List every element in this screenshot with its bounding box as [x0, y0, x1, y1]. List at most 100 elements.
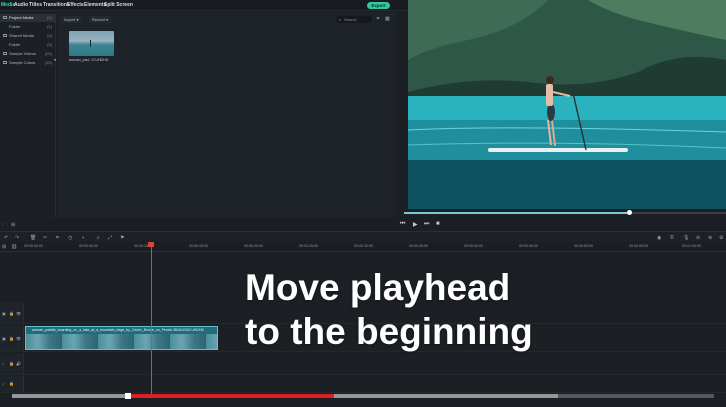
library-item-count: (0)	[47, 33, 52, 38]
media-panel: Import ▾ Record ▾ ⌕ Search ⏷ ▦ ● woman_p…	[54, 12, 396, 218]
zoom-out-icon[interactable]: ⊖	[696, 235, 700, 241]
tab-elements[interactable]: Elements	[84, 2, 106, 8]
video-progress-played	[131, 394, 334, 398]
media-thumbnail[interactable]	[69, 31, 114, 56]
speed-icon[interactable]: ◷	[68, 235, 72, 241]
library-item-label: Shared Media	[9, 33, 34, 38]
library-item-label: Folder	[9, 42, 21, 47]
video-preview	[408, 0, 726, 209]
timeline-ruler[interactable]: ⊞ ⛓ 00:00:00:00 00:00:05:00 00:00:10:00 …	[0, 242, 726, 252]
preview-scrubber-handle[interactable]	[627, 210, 632, 215]
record-dropdown[interactable]: Record ▾	[89, 16, 112, 23]
library-item-count: (1)	[47, 15, 52, 20]
lock-icon[interactable]: 🔒	[9, 336, 14, 341]
import-label: Import	[64, 17, 76, 22]
previous-frame-icon[interactable]: ⏮	[400, 221, 405, 228]
timecode: 00:00:40:00	[464, 244, 483, 248]
eye-icon[interactable]: 👁	[16, 311, 21, 316]
timecode: 00:00:15:00	[189, 244, 208, 248]
lock-icon[interactable]: 🔒	[9, 311, 14, 316]
record-label: Record	[92, 17, 105, 22]
tab-transitions[interactable]: Transitions	[43, 2, 70, 8]
track-header: ♪ 🔒 🔊	[0, 353, 24, 374]
video-clip[interactable]: woman_paddle_boarding_on_a_lake_at_a_mou…	[25, 326, 218, 350]
timecode: 00:01:00:00	[682, 244, 701, 248]
delete-icon[interactable]: 🗑	[30, 235, 36, 241]
caption-line: Move playhead	[245, 267, 511, 308]
marker-icon[interactable]: ⚑	[120, 235, 124, 241]
fullscreen-icon[interactable]: ⤢	[108, 235, 112, 241]
filter-icon[interactable]: ⏷	[376, 16, 380, 22]
timecode: 00:00:50:00	[574, 244, 593, 248]
timecode: 00:00:25:00	[299, 244, 318, 248]
library-item-label: Sample Colors	[9, 60, 36, 65]
track-header: ▣ 🔒 👁	[0, 302, 24, 323]
library-item-count: (0)	[47, 42, 52, 47]
tab-split-screen[interactable]: Split Screen	[104, 2, 133, 8]
track-audio-2[interactable]: ♪ 🔒	[0, 376, 726, 393]
play-icon[interactable]: ▶	[413, 221, 418, 228]
video-clip-thumbnails	[26, 334, 217, 349]
grid-view-icon[interactable]: ▦	[385, 16, 390, 22]
library-item-count: (15)	[44, 60, 52, 65]
folder-icon	[3, 16, 7, 19]
thumbnail-figure	[90, 40, 91, 47]
export-button[interactable]: Export	[367, 2, 390, 9]
new-folder-icon[interactable]: 🗀	[3, 222, 8, 230]
library-item-label: Project Media	[9, 15, 34, 20]
link-icon[interactable]: ⛓	[11, 244, 17, 250]
add-folder-icon[interactable]: ⊞	[11, 222, 15, 228]
eye-icon[interactable]: 👁	[16, 336, 21, 341]
color-icon[interactable]: ◐	[82, 235, 85, 241]
library-item-sample-colors[interactable]: Sample Colors (15)	[0, 59, 56, 67]
lock-icon[interactable]: 🔒	[9, 381, 14, 386]
speaker-icon[interactable]: 🔊	[16, 361, 21, 366]
settings-icon[interactable]: ⚙	[719, 235, 723, 241]
library-item-shared-media[interactable]: Shared Media (0)	[0, 32, 56, 40]
library-item-sample-videos[interactable]: Sample Videos (20)	[0, 50, 56, 58]
render-icon[interactable]: ◉	[657, 235, 661, 241]
audio-icon[interactable]: ♫	[96, 235, 100, 241]
library-panel: Project Media (1) Folder (1) Shared Medi…	[0, 12, 56, 218]
video-progress-marker[interactable]	[125, 393, 131, 399]
video-clip-label: woman_paddle_boarding_on_a_lake_at_a_mou…	[32, 328, 205, 332]
next-frame-icon[interactable]: ⏭	[424, 221, 429, 228]
timecode: 00:00:05:00	[79, 244, 98, 248]
tab-effects[interactable]: Effects	[67, 2, 84, 8]
redo-icon[interactable]: ↷	[15, 235, 19, 241]
timecode: 00:00:00:00	[24, 244, 43, 248]
timecode: 00:00:20:00	[244, 244, 263, 248]
import-dropdown[interactable]: Import ▾	[61, 16, 82, 23]
crop-icon[interactable]: ⌗	[56, 235, 59, 241]
preview-scrubber-fill	[404, 212, 629, 214]
timecode: 00:00:45:00	[519, 244, 538, 248]
tab-audio[interactable]: Audio	[14, 2, 28, 8]
library-item-label: Folder	[9, 24, 21, 29]
add-track-icon[interactable]: ⊞	[2, 244, 6, 250]
folder-icon	[3, 34, 7, 37]
preview-scene	[408, 0, 726, 209]
search-placeholder: Search	[344, 17, 357, 22]
microphone-icon[interactable]: 🎙	[683, 235, 689, 241]
track-audio-1[interactable]: ♪ 🔒 🔊	[0, 353, 726, 375]
library-item-folder[interactable]: Folder (1)	[0, 23, 56, 31]
library-footer: 🗀 ⊞	[0, 218, 56, 231]
shield-icon[interactable]: ⛨	[670, 235, 674, 241]
cut-icon[interactable]: ✂	[43, 235, 47, 241]
playhead[interactable]	[151, 242, 152, 397]
library-item-project-media[interactable]: Project Media (1)	[0, 14, 56, 22]
tab-titles[interactable]: Titles	[29, 2, 42, 8]
search-input[interactable]: ⌕ Search	[336, 16, 372, 23]
undo-icon[interactable]: ↶	[4, 235, 8, 241]
tutorial-caption: Move playhead to the beginning	[245, 266, 533, 354]
zoom-in-icon[interactable]: ⊕	[708, 235, 712, 241]
library-item-folder[interactable]: Folder (0)	[0, 41, 56, 49]
audio-track-icon: ♪	[2, 361, 4, 366]
track-header: ♪ 🔒	[0, 376, 24, 392]
lock-icon[interactable]: 🔒	[9, 361, 14, 366]
folder-icon	[3, 52, 7, 55]
stop-icon[interactable]: ■	[436, 221, 440, 227]
playhead-handle[interactable]	[148, 242, 154, 247]
library-item-count: (20)	[44, 51, 52, 56]
top-tab-bar: Media Audio Titles Transitions Effects E…	[0, 0, 408, 11]
